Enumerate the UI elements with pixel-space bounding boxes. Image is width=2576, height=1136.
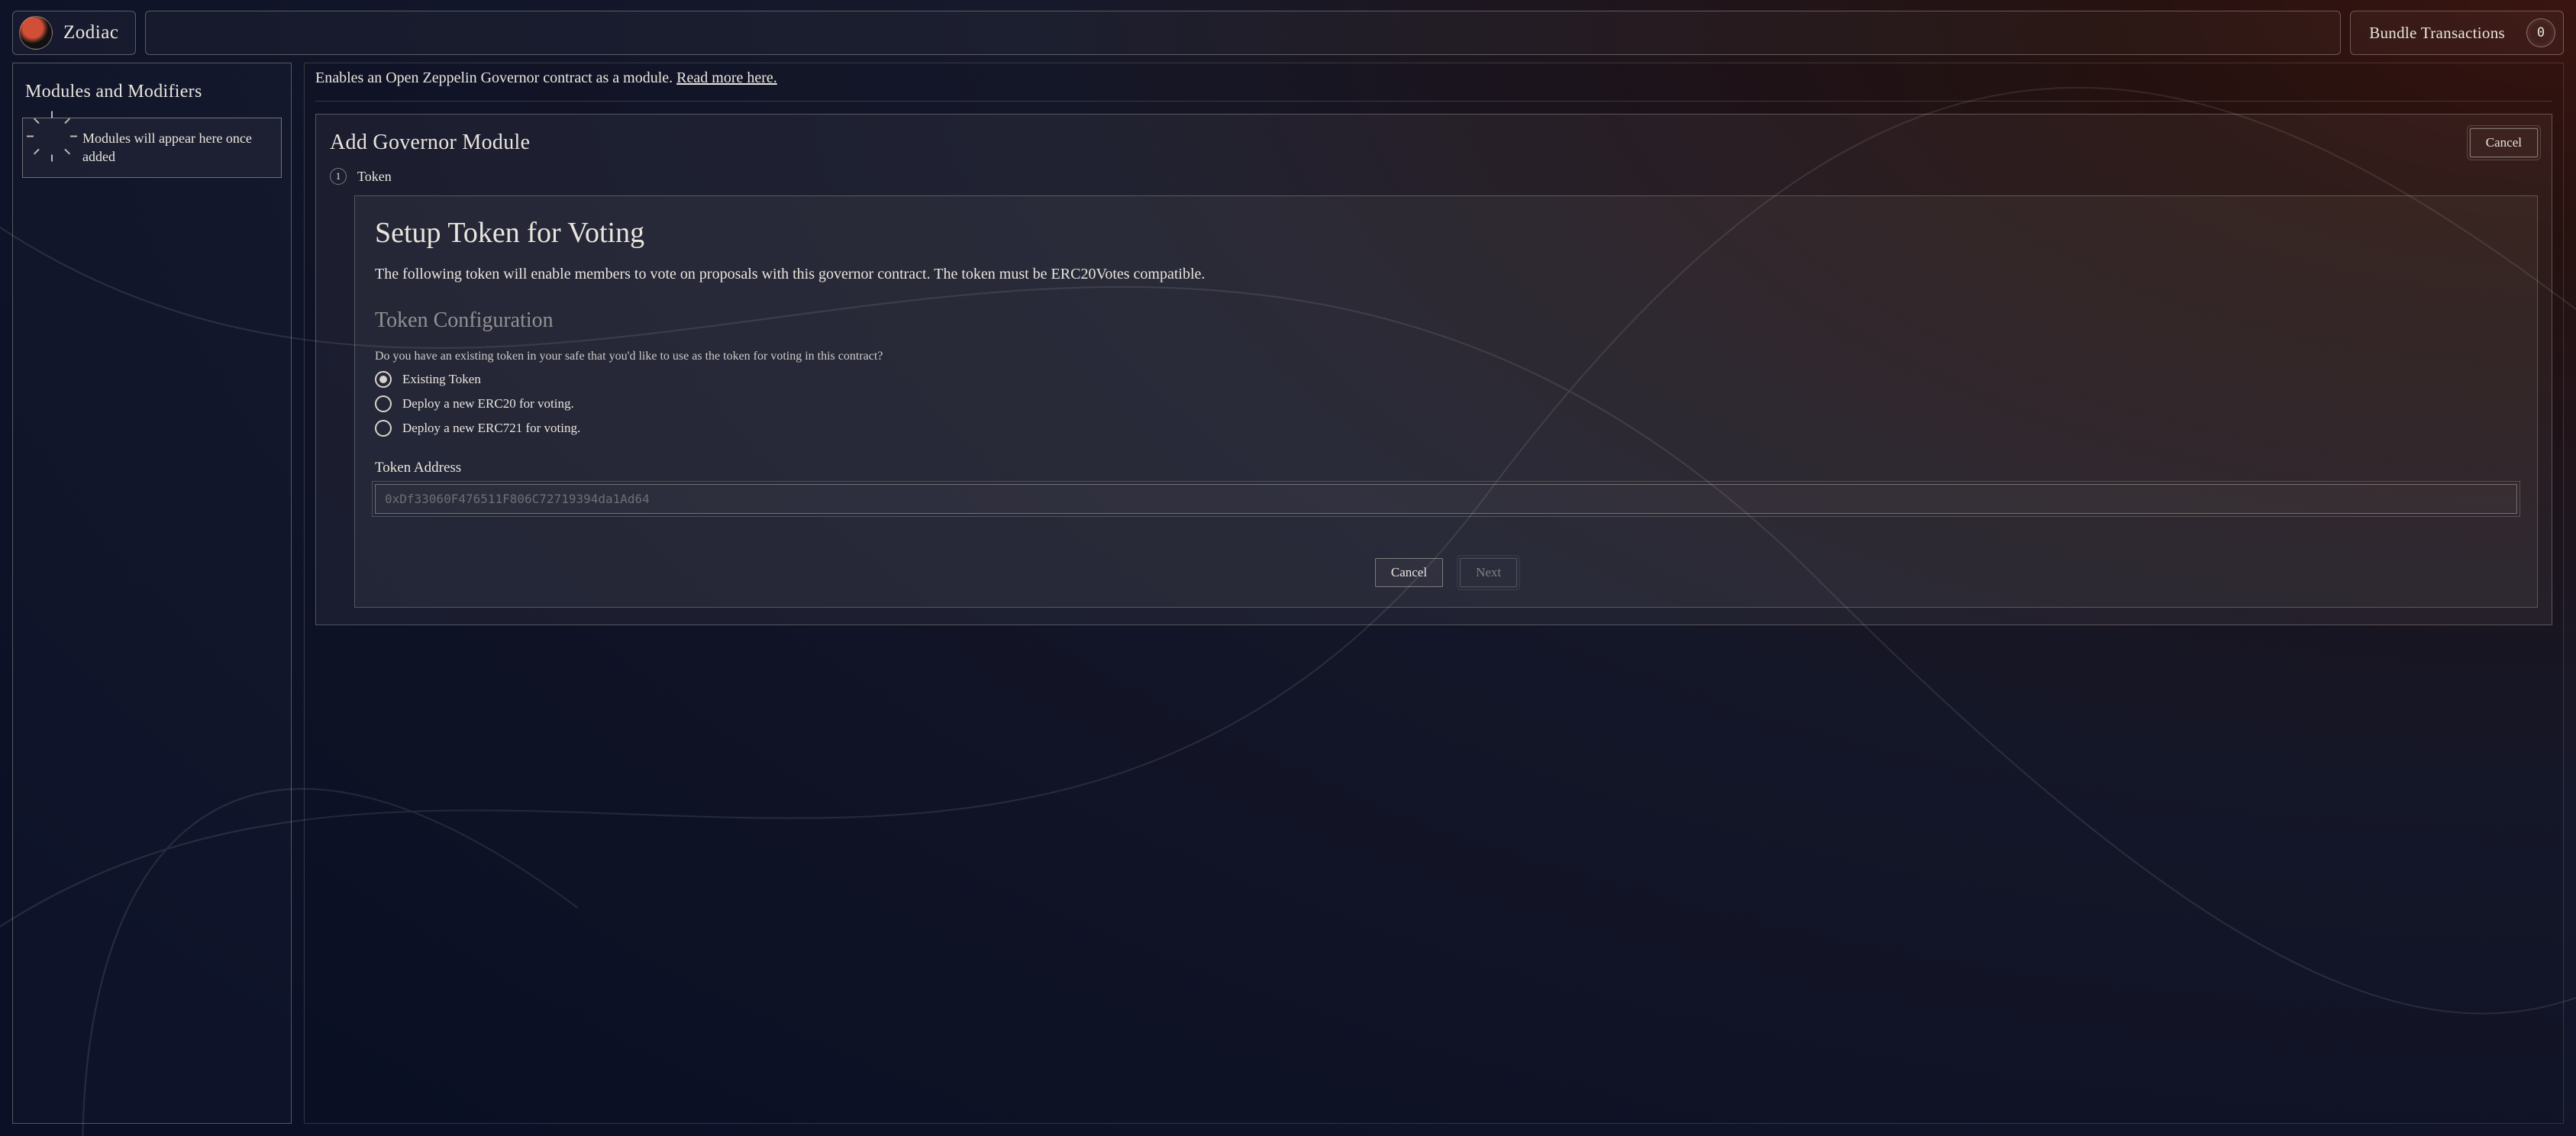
content: Enables an Open Zeppelin Governor contra… <box>304 63 2564 1124</box>
token-option-0[interactable]: Existing Token <box>375 371 2517 388</box>
brand-pill[interactable]: Zodiac <box>12 11 136 55</box>
read-more-link[interactable]: Read more here. <box>676 69 777 86</box>
bundle-label: Bundle Transactions <box>2369 24 2505 43</box>
form-lead: The following token will enable members … <box>375 263 2517 286</box>
token-option-1[interactable]: Deploy a new ERC20 for voting. <box>375 395 2517 412</box>
token-option-2[interactable]: Deploy a new ERC721 for voting. <box>375 420 2517 437</box>
form-heading: Setup Token for Voting <box>375 216 2517 250</box>
token-option-label: Deploy a new ERC20 for voting. <box>402 396 574 411</box>
token-address-input[interactable] <box>375 484 2517 514</box>
token-option-label: Deploy a new ERC721 for voting. <box>402 421 580 436</box>
brand-name: Zodiac <box>63 22 118 44</box>
form-cancel-button[interactable]: Cancel <box>1375 558 1443 587</box>
step-label: Token <box>357 169 392 185</box>
panel-cancel-button[interactable]: Cancel <box>2470 128 2538 157</box>
step-indicator: 1 Token <box>330 168 2538 185</box>
bundle-count-badge: 0 <box>2526 18 2555 47</box>
form-section-heading: Token Configuration <box>375 308 2517 333</box>
modules-empty-text: Modules will appear here once added <box>82 129 269 166</box>
top-search-input[interactable] <box>145 11 2341 55</box>
radio-icon <box>375 420 392 437</box>
form-question: Do you have an existing token in your sa… <box>375 350 2517 363</box>
radio-icon <box>375 395 392 412</box>
step-number-badge: 1 <box>330 168 347 185</box>
spinner-icon <box>35 131 69 164</box>
module-description: Enables an Open Zeppelin Governor contra… <box>315 63 2552 102</box>
token-address-label: Token Address <box>375 460 2517 476</box>
token-option-label: Existing Token <box>402 372 481 387</box>
modules-empty-state: Modules will appear here once added <box>22 118 282 178</box>
bundle-transactions-button[interactable]: Bundle Transactions 0 <box>2350 11 2564 55</box>
radio-icon <box>375 371 392 388</box>
panel-title: Add Governor Module <box>330 131 530 155</box>
form-next-button[interactable]: Next <box>1460 558 1517 587</box>
sidebar: Modules and Modifiers Modules will appea… <box>12 63 292 1124</box>
token-setup-card: Setup Token for Voting The following tok… <box>354 195 2538 608</box>
add-module-panel: Add Governor Module Cancel 1 Token Setup… <box>315 114 2552 625</box>
sidebar-title: Modules and Modifiers <box>25 82 279 102</box>
zodiac-logo-icon <box>19 16 53 50</box>
